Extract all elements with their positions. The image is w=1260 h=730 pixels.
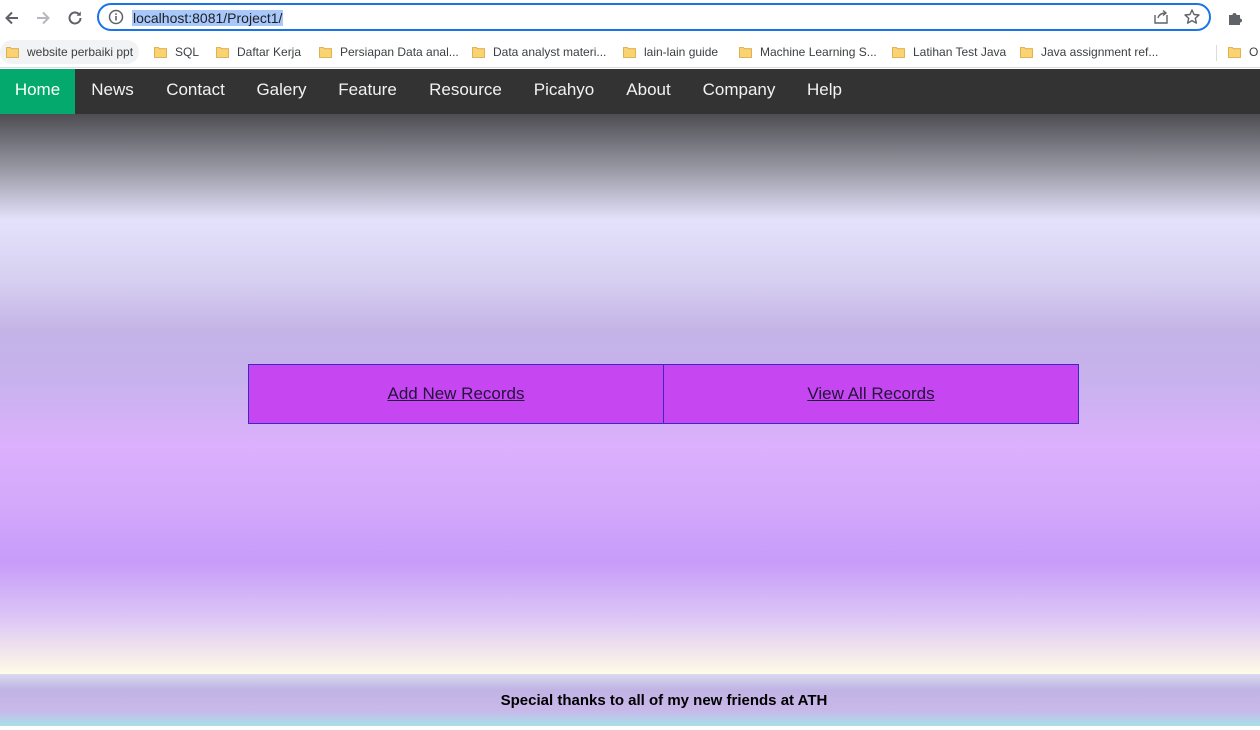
bookmark-label: Daftar Kerja: [237, 45, 302, 59]
bottom-strip: [0, 726, 1260, 730]
bookmark-website-perbaiki-ppt[interactable]: website perbaiki ppt: [0, 40, 140, 64]
bookmark-label: Machine Learning S...: [760, 45, 877, 59]
bookmark-label: Latihan Test Java: [913, 45, 1007, 59]
bookmark-daftar-kerja[interactable]: Daftar Kerja: [210, 40, 301, 64]
folder-icon: [1228, 46, 1241, 58]
extensions-puzzle-icon[interactable]: [1227, 9, 1245, 27]
footer: Special thanks to all of my new friends …: [0, 674, 1260, 726]
bookmark-sql[interactable]: SQL: [148, 40, 199, 64]
folder-icon: [892, 46, 905, 58]
nav-home[interactable]: Home: [0, 69, 75, 114]
bookmarks-divider: [1216, 45, 1217, 61]
view-all-records-link[interactable]: View All Records: [807, 384, 934, 404]
bookmark-star-icon[interactable]: [1183, 8, 1201, 26]
add-new-records-link[interactable]: Add New Records: [387, 384, 524, 404]
nav-picahyo[interactable]: Picahyo: [518, 69, 610, 114]
back-button[interactable]: [1, 7, 23, 29]
address-bar[interactable]: localhost:8081/Project1/: [97, 3, 1211, 31]
bookmark-label: Java assignment ref...: [1041, 45, 1159, 59]
folder-icon: [6, 46, 19, 58]
bookmark-machine-learning[interactable]: Machine Learning S...: [733, 40, 877, 64]
folder-icon: [472, 46, 485, 58]
url-text[interactable]: localhost:8081/Project1/: [132, 10, 284, 26]
folder-icon: [623, 46, 636, 58]
bookmark-lain-lain-guide[interactable]: lain-lain guide: [617, 40, 718, 64]
bookmark-label: SQL: [175, 45, 200, 59]
reload-button[interactable]: [64, 7, 86, 29]
share-icon[interactable]: [1153, 9, 1169, 25]
browser-toolbar: localhost:8081/Project1/: [0, 0, 1260, 36]
add-records-cell: Add New Records: [249, 365, 663, 423]
bookmarks-bar: website perbaiki ppt SQL Daftar Kerja Pe…: [0, 36, 1260, 68]
bookmark-label: O: [1249, 45, 1259, 59]
forward-arrow-icon: [37, 11, 50, 25]
bookmark-label: website perbaiki ppt: [27, 45, 134, 59]
main-content: Add New Records View All Records: [0, 114, 1260, 674]
bookmark-data-analyst[interactable]: Data analyst materi...: [466, 40, 606, 64]
folder-icon: [1020, 46, 1033, 58]
footer-text: Special thanks to all of my new friends …: [500, 691, 828, 709]
nav-news[interactable]: News: [75, 69, 150, 114]
bookmark-persiapan-data[interactable]: Persiapan Data anal...: [313, 40, 459, 64]
bookmark-label: lain-lain guide: [644, 45, 719, 59]
forward-button[interactable]: [32, 7, 54, 29]
nav-galery[interactable]: Galery: [241, 69, 322, 114]
bookmark-latihan-test-java[interactable]: Latihan Test Java: [886, 40, 1006, 64]
back-arrow-icon: [5, 11, 18, 25]
nav-resource[interactable]: Resource: [413, 69, 518, 114]
folder-icon: [319, 46, 332, 58]
bookmark-label: Data analyst materi...: [493, 45, 607, 59]
bookmark-java-assignment[interactable]: Java assignment ref...: [1014, 40, 1158, 64]
nav-feature[interactable]: Feature: [322, 69, 413, 114]
folder-icon: [739, 46, 752, 58]
top-nav: Home News Contact Galery Feature Resourc…: [0, 69, 1260, 114]
folder-icon: [154, 46, 167, 58]
nav-company[interactable]: Company: [687, 69, 791, 114]
folder-icon: [216, 46, 229, 58]
nav-contact[interactable]: Contact: [150, 69, 241, 114]
site-info-icon[interactable]: [108, 9, 124, 25]
records-table: Add New Records View All Records: [248, 364, 1079, 424]
nav-about[interactable]: About: [610, 69, 687, 114]
bookmark-label: Persiapan Data anal...: [340, 45, 459, 59]
reload-icon: [68, 11, 82, 25]
bookmark-other[interactable]: O: [1222, 40, 1258, 64]
nav-help[interactable]: Help: [791, 69, 858, 114]
view-records-cell: View All Records: [663, 365, 1078, 423]
